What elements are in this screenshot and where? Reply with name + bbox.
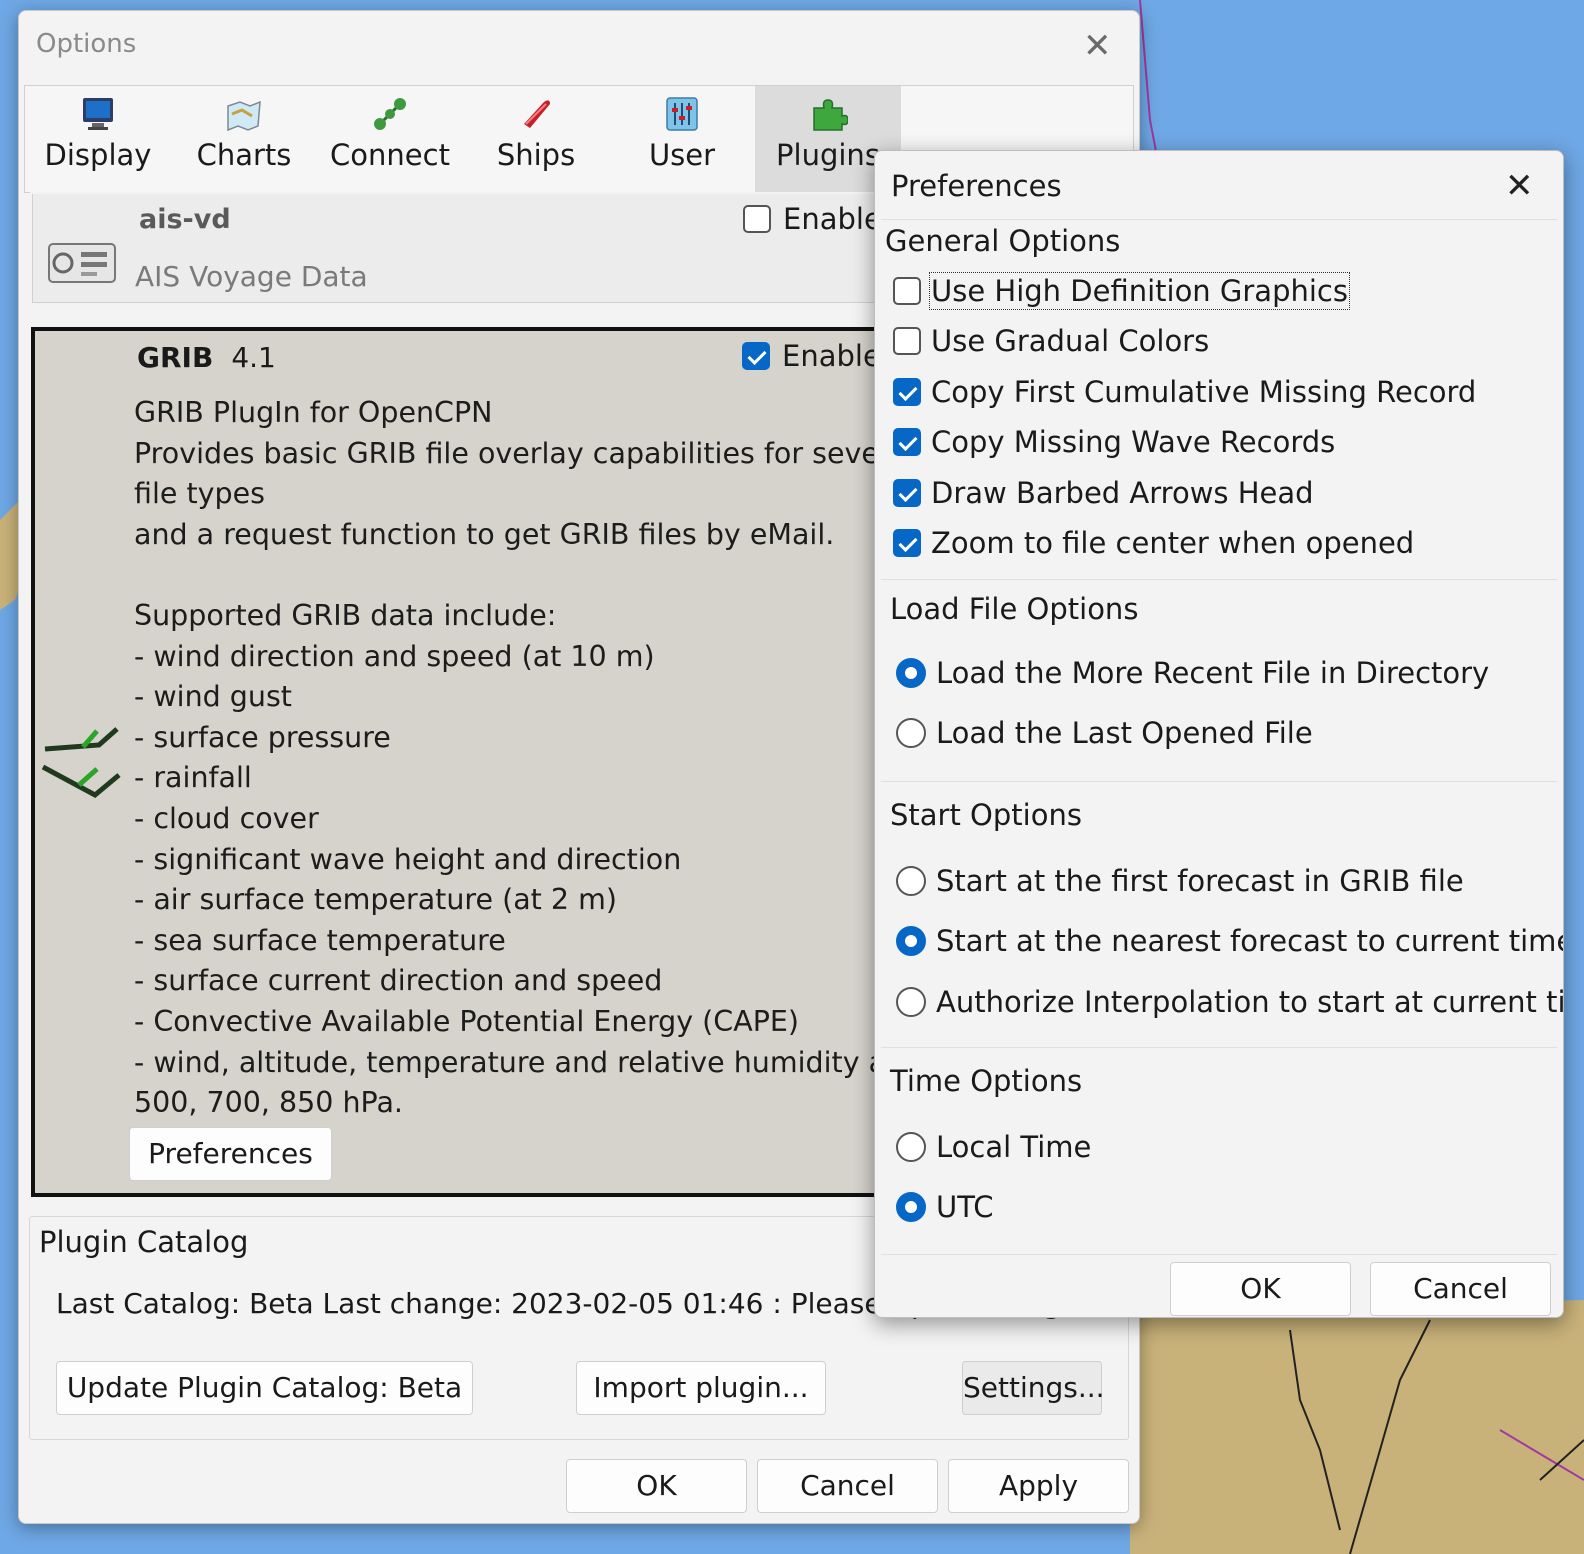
ok-button[interactable]: OK [1170, 1262, 1351, 1316]
plugin-header: GRIB 4.1 [137, 341, 276, 374]
checkbox-box[interactable] [893, 479, 921, 507]
option-load-recent-file[interactable]: Load the More Recent File in Directory [896, 656, 1489, 690]
plugin-version: 4.1 [231, 341, 276, 374]
option-utc[interactable]: UTC [896, 1190, 994, 1224]
ais-device-icon [48, 243, 116, 283]
option-gradual-colors[interactable]: Use Gradual Colors [893, 324, 1209, 358]
option-label: Authorize Interpolation to start at curr… [936, 985, 1564, 1019]
plugin-description: AIS Voyage Data [135, 260, 368, 293]
checkbox-box[interactable] [893, 428, 921, 456]
radio-button[interactable] [896, 658, 926, 688]
option-copy-first-cumulative[interactable]: Copy First Cumulative Missing Record [893, 375, 1476, 409]
checkbox-box[interactable] [893, 529, 921, 557]
preferences-button[interactable]: Preferences [129, 1127, 332, 1181]
option-barbed-arrows[interactable]: Draw Barbed Arrows Head [893, 476, 1314, 510]
checkbox-box[interactable] [743, 205, 771, 233]
option-label: Copy Missing Wave Records [931, 425, 1336, 459]
option-zoom-to-center[interactable]: Zoom to file center when opened [893, 526, 1414, 560]
radio-button[interactable] [896, 987, 926, 1017]
radio-button[interactable] [896, 718, 926, 748]
window-title: Options [36, 29, 137, 59]
grib-wind-barb-icon [41, 727, 121, 799]
puzzle-piece-icon [813, 99, 848, 131]
option-label: Start at the first forecast in GRIB file [936, 864, 1464, 898]
group-title: Load File Options [890, 592, 1139, 626]
tab-label: Ships [496, 138, 576, 172]
close-icon[interactable]: ✕ [1083, 29, 1112, 63]
tab-connect[interactable]: Connect [317, 86, 463, 192]
user-sliders-icon [666, 97, 698, 131]
checkbox-box[interactable] [742, 342, 770, 370]
radio-button[interactable] [896, 926, 926, 956]
tab-label: Charts [196, 138, 292, 172]
chart-map-icon [227, 100, 261, 132]
tab-label: Connect [330, 138, 450, 172]
group-title: Time Options [890, 1064, 1083, 1098]
option-copy-missing-wave[interactable]: Copy Missing Wave Records [893, 425, 1335, 459]
plugin-name: ais-vd [139, 204, 231, 235]
checkbox-box[interactable] [893, 277, 921, 305]
option-label: Copy First Cumulative Missing Record [931, 375, 1477, 409]
option-label: Zoom to file center when opened [931, 526, 1415, 560]
tab-label: Display [44, 138, 152, 172]
connection-icon [374, 98, 406, 130]
plugin-name: GRIB [137, 341, 214, 374]
option-label: Draw Barbed Arrows Head [931, 476, 1314, 510]
import-plugin-button[interactable]: Import plugin... [576, 1361, 826, 1415]
tab-label: User [648, 138, 716, 172]
group-title: Start Options [890, 798, 1082, 832]
option-start-nearest-forecast[interactable]: Start at the nearest forecast to current… [896, 924, 1564, 958]
update-catalog-button[interactable]: Update Plugin Catalog: Beta [56, 1361, 473, 1415]
option-label: Load the More Recent File in Directory [936, 656, 1490, 690]
group-title: Plugin Catalog [39, 1225, 255, 1259]
option-authorize-interpolation[interactable]: Authorize Interpolation to start at curr… [896, 985, 1564, 1019]
dialog-title: Preferences [891, 169, 1062, 203]
option-label: Local Time [936, 1130, 1092, 1164]
radio-button[interactable] [896, 866, 926, 896]
option-load-last-opened[interactable]: Load the Last Opened File [896, 716, 1313, 750]
option-label: Use High Definition Graphics [929, 272, 1350, 310]
settings-button[interactable]: Settings... [962, 1361, 1105, 1415]
option-high-definition-graphics[interactable]: Use High Definition Graphics [893, 272, 1350, 310]
radio-button[interactable] [896, 1132, 926, 1162]
option-start-first-forecast[interactable]: Start at the first forecast in GRIB file [896, 864, 1464, 898]
group-title: General Options [885, 224, 1121, 258]
land-area [1130, 1300, 1584, 1554]
preferences-dialog: Preferences ✕ General Options Use High D… [874, 150, 1564, 1318]
general-options-group: General Options Use High Definition Grap… [881, 219, 1557, 579]
checkbox-box[interactable] [893, 378, 921, 406]
ok-button[interactable]: OK [566, 1459, 747, 1513]
load-file-options-group: Load File Options Load the More Recent F… [881, 579, 1557, 781]
start-options-group: Start Options Start at the first forecas… [881, 781, 1563, 1047]
monitor-icon [83, 98, 113, 130]
tab-charts[interactable]: Charts [171, 86, 317, 192]
option-local-time[interactable]: Local Time [896, 1130, 1091, 1164]
option-label: Start at the nearest forecast to current… [936, 924, 1564, 958]
close-icon[interactable]: ✕ [1505, 169, 1534, 203]
option-label: Use Gradual Colors [931, 324, 1210, 358]
apply-button[interactable]: Apply [948, 1459, 1129, 1513]
tab-display[interactable]: Display [25, 86, 171, 192]
ship-icon [524, 100, 550, 128]
tab-ships[interactable]: Ships [463, 86, 609, 192]
cancel-button[interactable]: Cancel [757, 1459, 938, 1513]
cancel-button[interactable]: Cancel [1370, 1262, 1551, 1316]
checkbox-box[interactable] [893, 327, 921, 355]
tab-user[interactable]: User [609, 86, 755, 192]
option-label: UTC [936, 1190, 994, 1224]
radio-button[interactable] [896, 1192, 926, 1222]
time-options-group: Time Options Local Time UTC [881, 1047, 1557, 1255]
option-label: Load the Last Opened File [936, 716, 1313, 750]
